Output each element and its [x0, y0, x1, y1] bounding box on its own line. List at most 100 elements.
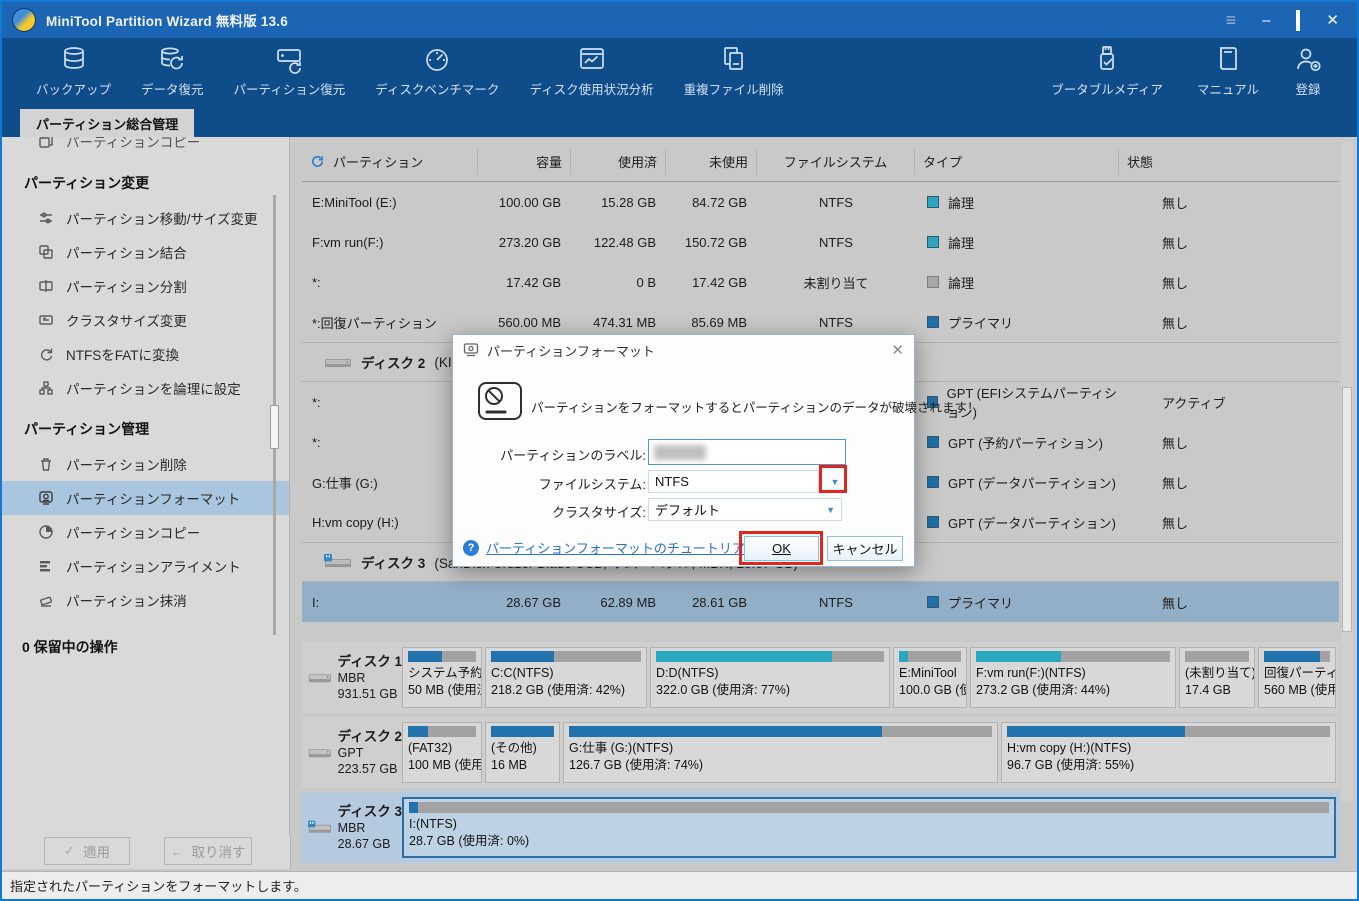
- filesystem-select[interactable]: NTFS: [648, 470, 819, 493]
- disk-map-row: ディスク 1MBR931.51 GB システム予約50 MB (使用済 C:C(…: [302, 642, 1339, 713]
- partition-label-input[interactable]: [648, 439, 846, 465]
- split-icon: [38, 278, 54, 294]
- cluster-field-label: クラスタサイズ:: [453, 502, 646, 521]
- toolbar-register[interactable]: 登録: [1281, 40, 1335, 102]
- table-row[interactable]: *: 17.42 GB 0 B 17.42 GB 未割り当て 論理 無し: [302, 262, 1339, 302]
- cancel-button[interactable]: キャンセル: [827, 536, 903, 561]
- table-row-selected[interactable]: I: 28.67 GB 62.89 MB 28.61 GB NTFS プライマリ…: [302, 582, 1339, 622]
- convert-icon: [38, 346, 54, 362]
- disk-info[interactable]: ディスク 1MBR931.51 GB: [302, 642, 402, 713]
- toolbar-backup[interactable]: バックアップ: [24, 40, 123, 102]
- menu-icon[interactable]: ≡: [1226, 11, 1237, 29]
- format-warning-icon: [477, 381, 523, 421]
- tab-partition-management[interactable]: パーティション総合管理: [20, 109, 194, 137]
- sidebar-item-split[interactable]: パーティション分割: [2, 269, 289, 303]
- disk-icon: [308, 667, 332, 689]
- sidebar-item-convert-ntfs-fat[interactable]: NTFSをFATに変換: [2, 337, 289, 371]
- partition-block-unallocated[interactable]: (未割り当て)17.4 GB: [1179, 647, 1255, 708]
- refresh-icon[interactable]: [310, 154, 325, 169]
- sidebar-item-wipe[interactable]: パーティション抹消: [2, 583, 289, 617]
- logical-tree-icon: [38, 380, 54, 396]
- partition-block[interactable]: C:C(NTFS)218.2 GB (使用済: 42%): [485, 647, 647, 708]
- eraser-icon: [38, 592, 54, 608]
- main-scrollbar-track[interactable]: [1341, 142, 1353, 802]
- dialog-close-icon[interactable]: ✕: [891, 341, 904, 359]
- maximize-button[interactable]: [1296, 13, 1300, 28]
- toolbar-disk-benchmark[interactable]: ディスクベンチマーク: [363, 40, 511, 102]
- toolbar-disk-analysis[interactable]: ディスク使用状況分析: [517, 40, 665, 102]
- redacted-label-value: [654, 445, 706, 460]
- tutorial-link-row: ? パーティションフォーマットのチュートリアル: [463, 538, 758, 557]
- pie-copy-icon: [38, 524, 54, 540]
- sidebar-item-delete[interactable]: パーティション削除: [2, 447, 289, 481]
- help-icon: ?: [463, 540, 479, 556]
- partition-block-selected[interactable]: I:(NTFS)28.7 GB (使用済: 0%): [402, 797, 1336, 858]
- disk-map: ディスク 1MBR931.51 GB システム予約50 MB (使用済 C:C(…: [302, 642, 1339, 867]
- toolbar-partition-recovery[interactable]: パーティション復元: [222, 40, 358, 102]
- table-header: パーティション 容量 使用済 未使用 ファイルシステム タイプ 状態: [302, 142, 1339, 182]
- status-text: 指定されたパーティションをフォーマットします。: [10, 876, 307, 895]
- sidebar-item-cluster-size[interactable]: クラスタサイズ変更: [2, 303, 289, 337]
- toolbar-duplicate-remover[interactable]: 重複ファイル削除: [672, 40, 796, 102]
- toolbar-data-recovery[interactable]: データ復元: [129, 40, 216, 102]
- format-partition-dialog: パーティションフォーマット ✕ パーティションをフォーマットするとパーティション…: [452, 334, 915, 567]
- dialog-warning-text: パーティションをフォーマットするとパーティションのデータが破壊されます！: [531, 397, 980, 416]
- minimize-button[interactable]: –: [1262, 13, 1270, 28]
- sidebar-item-alignment[interactable]: パーティションアライメント: [2, 549, 289, 583]
- register-user-icon: [1293, 44, 1323, 74]
- close-button[interactable]: ✕: [1326, 13, 1339, 28]
- usage-bar: [408, 651, 476, 662]
- app-window: MiniTool Partition Wizard 無料版 13.6 ≡ – ✕…: [0, 0, 1359, 901]
- type-color-square: [927, 476, 939, 488]
- partition-block[interactable]: 回復パーティション560 MB (使用済: [1258, 647, 1336, 708]
- sidebar-item-copy[interactable]: パーティションコピー: [2, 515, 289, 549]
- window-title: MiniTool Partition Wizard 無料版 13.6: [46, 10, 288, 30]
- disk-info[interactable]: ディスク 2GPT223.57 GB: [302, 717, 402, 788]
- partition-block[interactable]: H:vm copy (H:)(NTFS)96.7 GB (使用済: 55%): [1001, 722, 1336, 783]
- backup-icon: [59, 44, 89, 74]
- usage-bar: [1185, 651, 1249, 662]
- cluster-size-icon: [38, 312, 54, 328]
- partition-block[interactable]: (その他)16 MB: [485, 722, 560, 783]
- sidebar-item-move-resize[interactable]: パーティション移動/サイズ変更: [2, 201, 289, 235]
- sidebar-section-change: パーティション変更: [2, 159, 289, 201]
- check-icon: ✓: [64, 843, 75, 859]
- partition-block[interactable]: G:仕事 (G:)(NTFS)126.7 GB (使用済: 74%): [563, 722, 998, 783]
- partition-block[interactable]: (FAT32)100 MB (使用済: [402, 722, 482, 783]
- copy-icon: [38, 137, 54, 149]
- col-type: タイプ: [915, 149, 1119, 175]
- sidebar-scrollbar-thumb[interactable]: [270, 405, 279, 449]
- cluster-size-select[interactable]: デフォルト ▼: [648, 498, 842, 521]
- type-color-square: [927, 436, 939, 448]
- usage-bar: [569, 726, 992, 737]
- filesystem-field-label: ファイルシステム:: [453, 474, 646, 493]
- table-row[interactable]: F:vm run(F:) 273.20 GB 122.48 GB 150.72 …: [302, 222, 1339, 262]
- toolbar-manual[interactable]: マニュアル: [1185, 40, 1271, 102]
- usage-bar: [656, 651, 884, 662]
- sidebar-item-format[interactable]: パーティションフォーマット: [2, 481, 289, 515]
- disk-info[interactable]: ディスク 3MBR28.67 GB: [302, 792, 402, 863]
- apply-button[interactable]: ✓ 適用: [44, 837, 130, 865]
- toolbar-bootable-media[interactable]: ブータブルメディア: [1039, 40, 1175, 102]
- usage-bar: [409, 802, 1329, 813]
- annotation-box-ok-button: [739, 531, 823, 565]
- manual-book-icon: [1213, 44, 1243, 74]
- pending-operations: 0 保留中の操作: [2, 617, 289, 657]
- tutorial-link[interactable]: パーティションフォーマットのチュートリアル: [486, 538, 758, 557]
- tab-row: パーティション総合管理: [2, 104, 1357, 137]
- partition-block[interactable]: D:D(NTFS)322.0 GB (使用済: 77%): [650, 647, 890, 708]
- usb-disk-icon: [308, 816, 332, 840]
- undo-button[interactable]: ← 取り消す: [164, 837, 252, 865]
- type-color-square: [927, 236, 939, 248]
- partition-recovery-icon: [274, 44, 304, 74]
- partition-block[interactable]: E:MiniTool100.0 GB (使用: [893, 647, 967, 708]
- table-row[interactable]: E:MiniTool (E:) 100.00 GB 15.28 GB 84.72…: [302, 182, 1339, 222]
- sidebar-item-merge[interactable]: パーティション結合: [2, 235, 289, 269]
- partition-block[interactable]: F:vm run(F:)(NTFS)273.2 GB (使用済: 44%): [970, 647, 1176, 708]
- partition-block[interactable]: システム予約50 MB (使用済: [402, 647, 482, 708]
- main-scrollbar-thumb[interactable]: [1342, 387, 1352, 632]
- col-partition: パーティション: [333, 152, 423, 171]
- disk-icon: [324, 353, 352, 371]
- sidebar-item-set-logical[interactable]: パーティションを論理に設定: [2, 371, 289, 405]
- sidebar-item-partition-copy-clipped[interactable]: パーティションコピー: [2, 137, 289, 158]
